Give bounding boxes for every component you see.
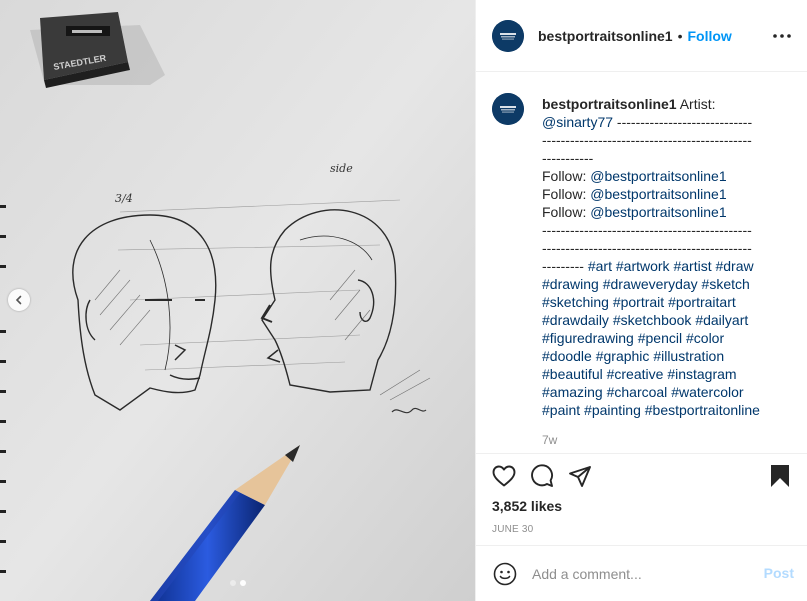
hashtag[interactable]: #bestportraitonline: [645, 402, 760, 418]
like-button[interactable]: [490, 462, 518, 490]
follow-prefix: Follow:: [542, 168, 591, 184]
hashtag[interactable]: #drawdaily: [542, 312, 609, 328]
hashtag[interactable]: #illustration: [653, 348, 724, 364]
caption-avatar[interactable]: [492, 93, 524, 125]
profile-logo-icon: [492, 93, 524, 125]
post-side-panel: bestportraitsonline1 • Follow bestportra…: [475, 0, 807, 601]
hashtag[interactable]: #paint: [542, 402, 580, 418]
caption-dash: -----------------------------: [616, 114, 753, 130]
post-modal: STAEDTLER 3/4 side bestportraitsonline1 …: [0, 0, 807, 601]
hashtag[interactable]: #sketchbook: [613, 312, 692, 328]
hashtag[interactable]: #portrait: [613, 294, 664, 310]
caption-intro: Artist:: [679, 96, 716, 112]
emoji-button[interactable]: [492, 561, 518, 587]
post-actions: 3,852 likes JUNE 30: [476, 453, 807, 545]
sketch-label-right: side: [330, 162, 353, 175]
post-media[interactable]: STAEDTLER 3/4 side: [0, 0, 475, 601]
comments-section[interactable]: bestportraitsonline1 Artist: @sinarty77 …: [476, 73, 807, 453]
sketch-label-left: 3/4: [115, 192, 133, 205]
profile-logo-icon: [492, 19, 524, 52]
hashtag[interactable]: #color: [686, 330, 724, 346]
more-dots-icon: [773, 34, 791, 38]
caption-dash: ----------------------------------------…: [542, 240, 752, 256]
hashtag[interactable]: #draw: [715, 258, 753, 274]
hashtag[interactable]: #draweveryday: [603, 276, 698, 292]
chevron-left-icon: [15, 295, 22, 305]
hashtag[interactable]: #art: [588, 258, 612, 274]
caption-text: bestportraitsonline1 Artist: @sinarty77 …: [542, 95, 792, 419]
hashtag[interactable]: #figuredrawing: [542, 330, 634, 346]
hashtag[interactable]: #drawing: [542, 276, 599, 292]
post-date[interactable]: JUNE 30: [492, 524, 533, 535]
follow-prefix: Follow:: [542, 186, 591, 202]
caption-time-ago[interactable]: 7w: [542, 433, 557, 447]
post-header: bestportraitsonline1 • Follow: [476, 0, 807, 72]
hashtag[interactable]: #amazing: [542, 384, 603, 400]
hashtag[interactable]: #artwork: [616, 258, 670, 274]
more-options-button[interactable]: [770, 24, 794, 48]
caption-dash: ----------------------------------------…: [542, 222, 752, 238]
follow-mention[interactable]: @bestportraitsonline1: [590, 168, 726, 184]
paper-plane-icon: [569, 466, 591, 487]
artist-mention[interactable]: @sinarty77: [542, 114, 613, 130]
hashtag[interactable]: #charcoal: [607, 384, 668, 400]
caption-dash: ----------------------------------------…: [542, 132, 752, 148]
save-button[interactable]: [766, 462, 794, 490]
comment-button[interactable]: [528, 462, 556, 490]
follow-prefix: Follow:: [542, 204, 591, 220]
follow-mention[interactable]: @bestportraitsonline1: [590, 186, 726, 202]
caption-username[interactable]: bestportraitsonline1: [542, 96, 677, 112]
comment-bubble-icon: [531, 464, 553, 487]
hashtag[interactable]: #dailyart: [695, 312, 748, 328]
carousel-indicator: [0, 580, 475, 586]
emoji-smiley-icon: [493, 562, 517, 585]
post-photo: STAEDTLER 3/4 side: [0, 0, 475, 601]
hashtag[interactable]: #instagram: [667, 366, 736, 382]
hashtag[interactable]: #pencil: [638, 330, 682, 346]
carousel-dot-active: [239, 580, 246, 586]
caption-dash: ---------: [542, 258, 584, 274]
hashtag[interactable]: #sketching: [542, 294, 609, 310]
comment-input[interactable]: [532, 565, 752, 582]
follow-button[interactable]: Follow: [688, 28, 732, 44]
comment-form: Post: [476, 545, 807, 601]
carousel-prev-button[interactable]: [8, 289, 30, 311]
post-comment-button[interactable]: Post: [764, 565, 794, 581]
follow-mention[interactable]: @bestportraitsonline1: [590, 204, 726, 220]
likes-count[interactable]: 3,852 likes: [492, 498, 562, 514]
hashtag[interactable]: #creative: [607, 366, 664, 382]
header-username[interactable]: bestportraitsonline1: [538, 28, 673, 44]
hashtag[interactable]: #sketch: [702, 276, 750, 292]
heart-icon: [492, 465, 516, 487]
hashtag[interactable]: #painting: [584, 402, 641, 418]
hashtag[interactable]: #portraitart: [668, 294, 736, 310]
caption-dash: -----------: [542, 150, 594, 166]
avatar[interactable]: [492, 19, 524, 52]
hashtag[interactable]: #beautiful: [542, 366, 603, 382]
hashtag[interactable]: #graphic: [596, 348, 650, 364]
bookmark-filled-icon: [771, 465, 789, 487]
hashtag[interactable]: #doodle: [542, 348, 592, 364]
hashtag[interactable]: #artist: [673, 258, 711, 274]
carousel-dot: [229, 580, 236, 586]
header-separator: •: [677, 27, 683, 44]
share-button[interactable]: [566, 462, 594, 490]
hashtag[interactable]: #watercolor: [671, 384, 743, 400]
